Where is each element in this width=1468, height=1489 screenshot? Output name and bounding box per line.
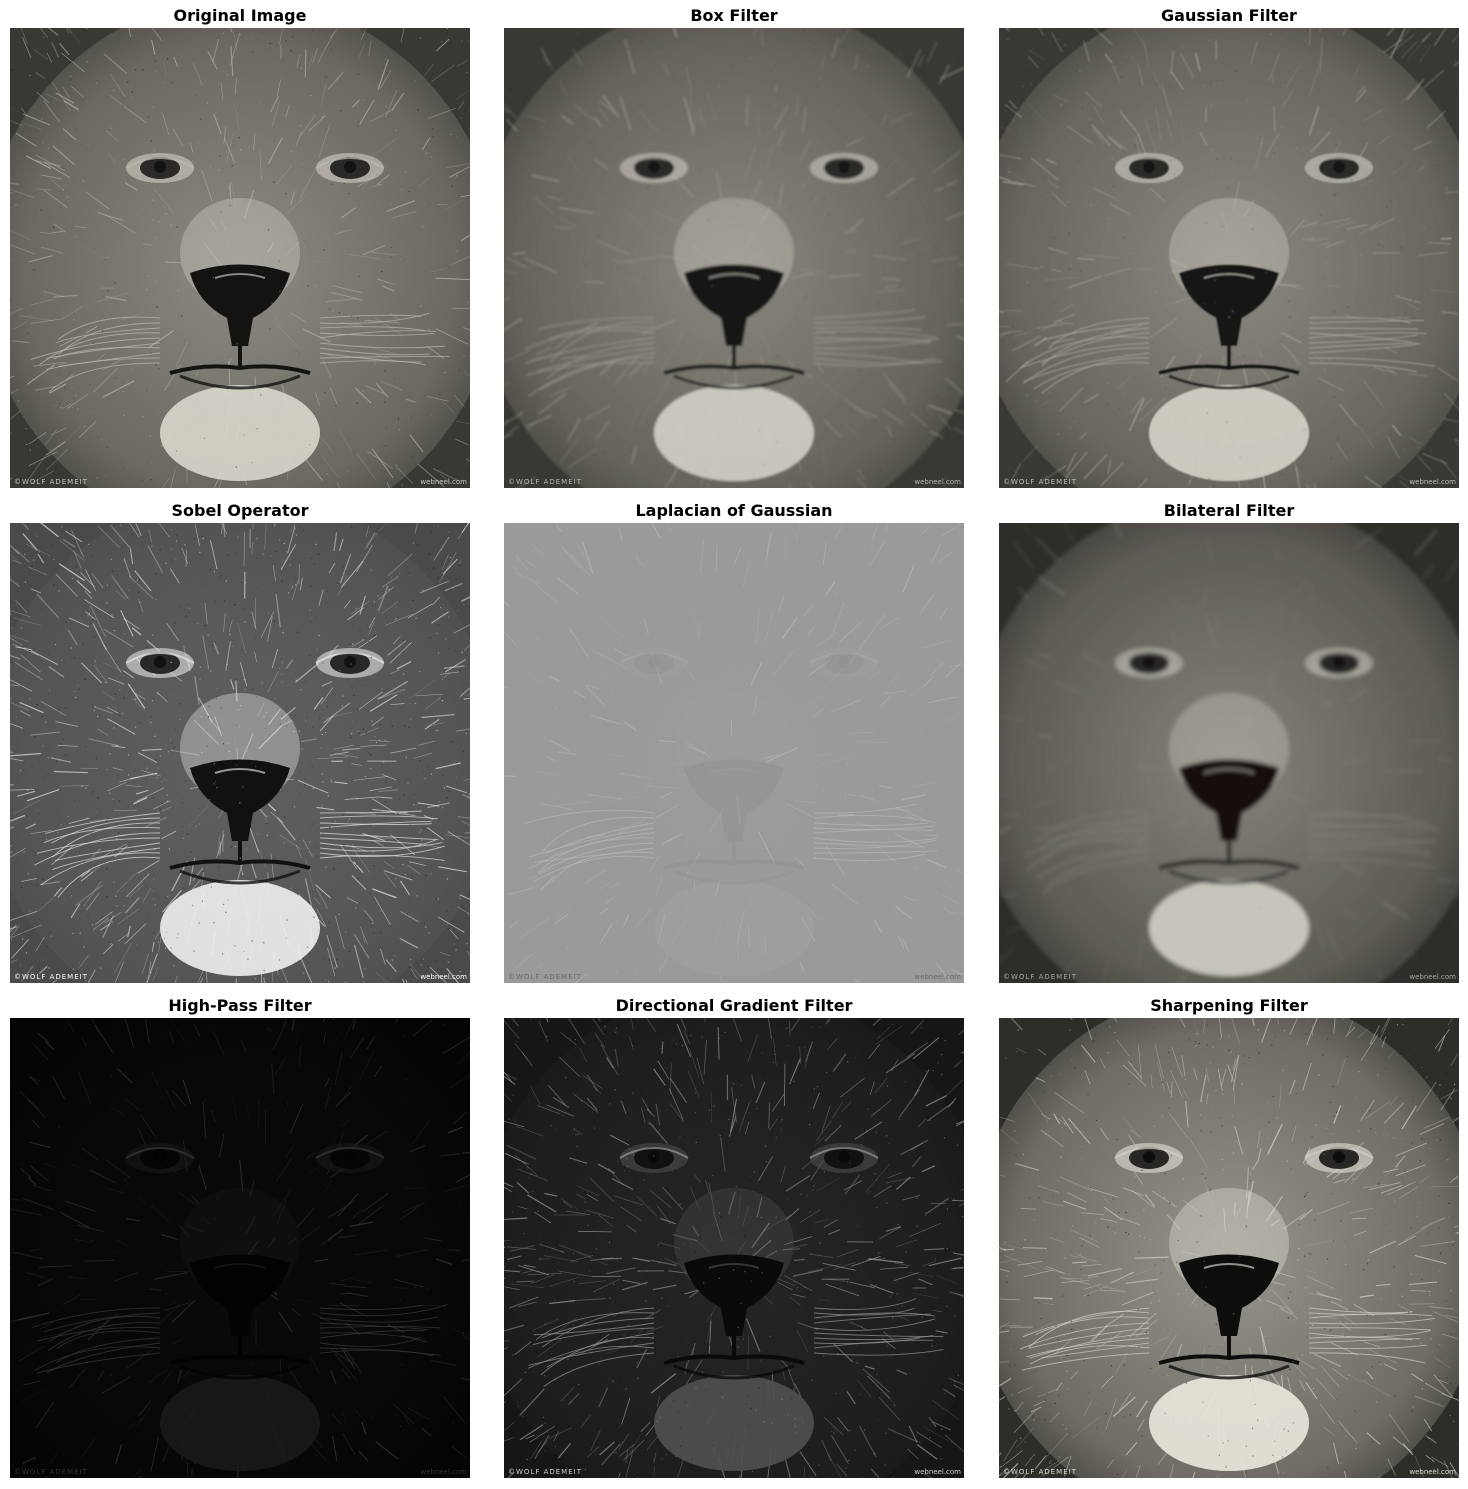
- lion-image-gaussian-filter: ©WOLF ADEMEIT webneel.com: [999, 28, 1459, 488]
- panel-title: Directional Gradient Filter: [615, 996, 853, 1015]
- panel-title: Sobel Operator: [171, 501, 309, 520]
- watermark-left: ©WOLF ADEMEIT: [14, 973, 88, 981]
- watermark-left: ©WOLF ADEMEIT: [1003, 973, 1077, 981]
- watermark-right: webneel.com: [420, 1468, 467, 1476]
- panel-title: Box Filter: [690, 6, 778, 25]
- watermark-right: webneel.com: [914, 478, 961, 486]
- panel-title: Sharpening Filter: [1150, 996, 1308, 1015]
- lion-image-box-filter: ©WOLF ADEMEIT webneel.com: [504, 28, 964, 488]
- lion-image-bilateral-filter: ©WOLF ADEMEIT webneel.com: [999, 523, 1459, 983]
- watermark-left: ©WOLF ADEMEIT: [14, 478, 88, 486]
- panel-title: High-Pass Filter: [168, 996, 312, 1015]
- lion-image-high-pass-filter: ©WOLF ADEMEIT webneel.com: [10, 1018, 470, 1478]
- watermark-left: ©WOLF ADEMEIT: [14, 1468, 88, 1476]
- watermark-right: webneel.com: [1409, 478, 1456, 486]
- lion-image-original: ©WOLF ADEMEIT webneel.com: [10, 28, 470, 488]
- watermark-left: ©WOLF ADEMEIT: [508, 478, 582, 486]
- watermark-right: webneel.com: [1409, 973, 1456, 981]
- panel-title: Laplacian of Gaussian: [635, 501, 833, 520]
- watermark-right: webneel.com: [420, 478, 467, 486]
- lion-image-directional-gradient-filter: ©WOLF ADEMEIT webneel.com: [504, 1018, 964, 1478]
- lion-image-laplacian-of-gaussian: ©WOLF ADEMEIT webneel.com: [504, 523, 964, 983]
- panel-title: Original Image: [173, 6, 307, 25]
- watermark-left: ©WOLF ADEMEIT: [508, 1468, 582, 1476]
- watermark-left: ©WOLF ADEMEIT: [1003, 478, 1077, 486]
- watermark-right: webneel.com: [420, 973, 467, 981]
- watermark-left: ©WOLF ADEMEIT: [508, 973, 582, 981]
- watermark-right: webneel.com: [914, 1468, 961, 1476]
- watermark-left: ©WOLF ADEMEIT: [1003, 1468, 1077, 1476]
- lion-image-sharpening-filter: ©WOLF ADEMEIT webneel.com: [999, 1018, 1459, 1478]
- panel-title: Gaussian Filter: [1161, 6, 1297, 25]
- panel-title: Bilateral Filter: [1163, 501, 1295, 520]
- watermark-right: webneel.com: [914, 973, 961, 981]
- lion-image-sobel-operator: ©WOLF ADEMEIT webneel.com: [10, 523, 470, 983]
- watermark-right: webneel.com: [1409, 1468, 1456, 1476]
